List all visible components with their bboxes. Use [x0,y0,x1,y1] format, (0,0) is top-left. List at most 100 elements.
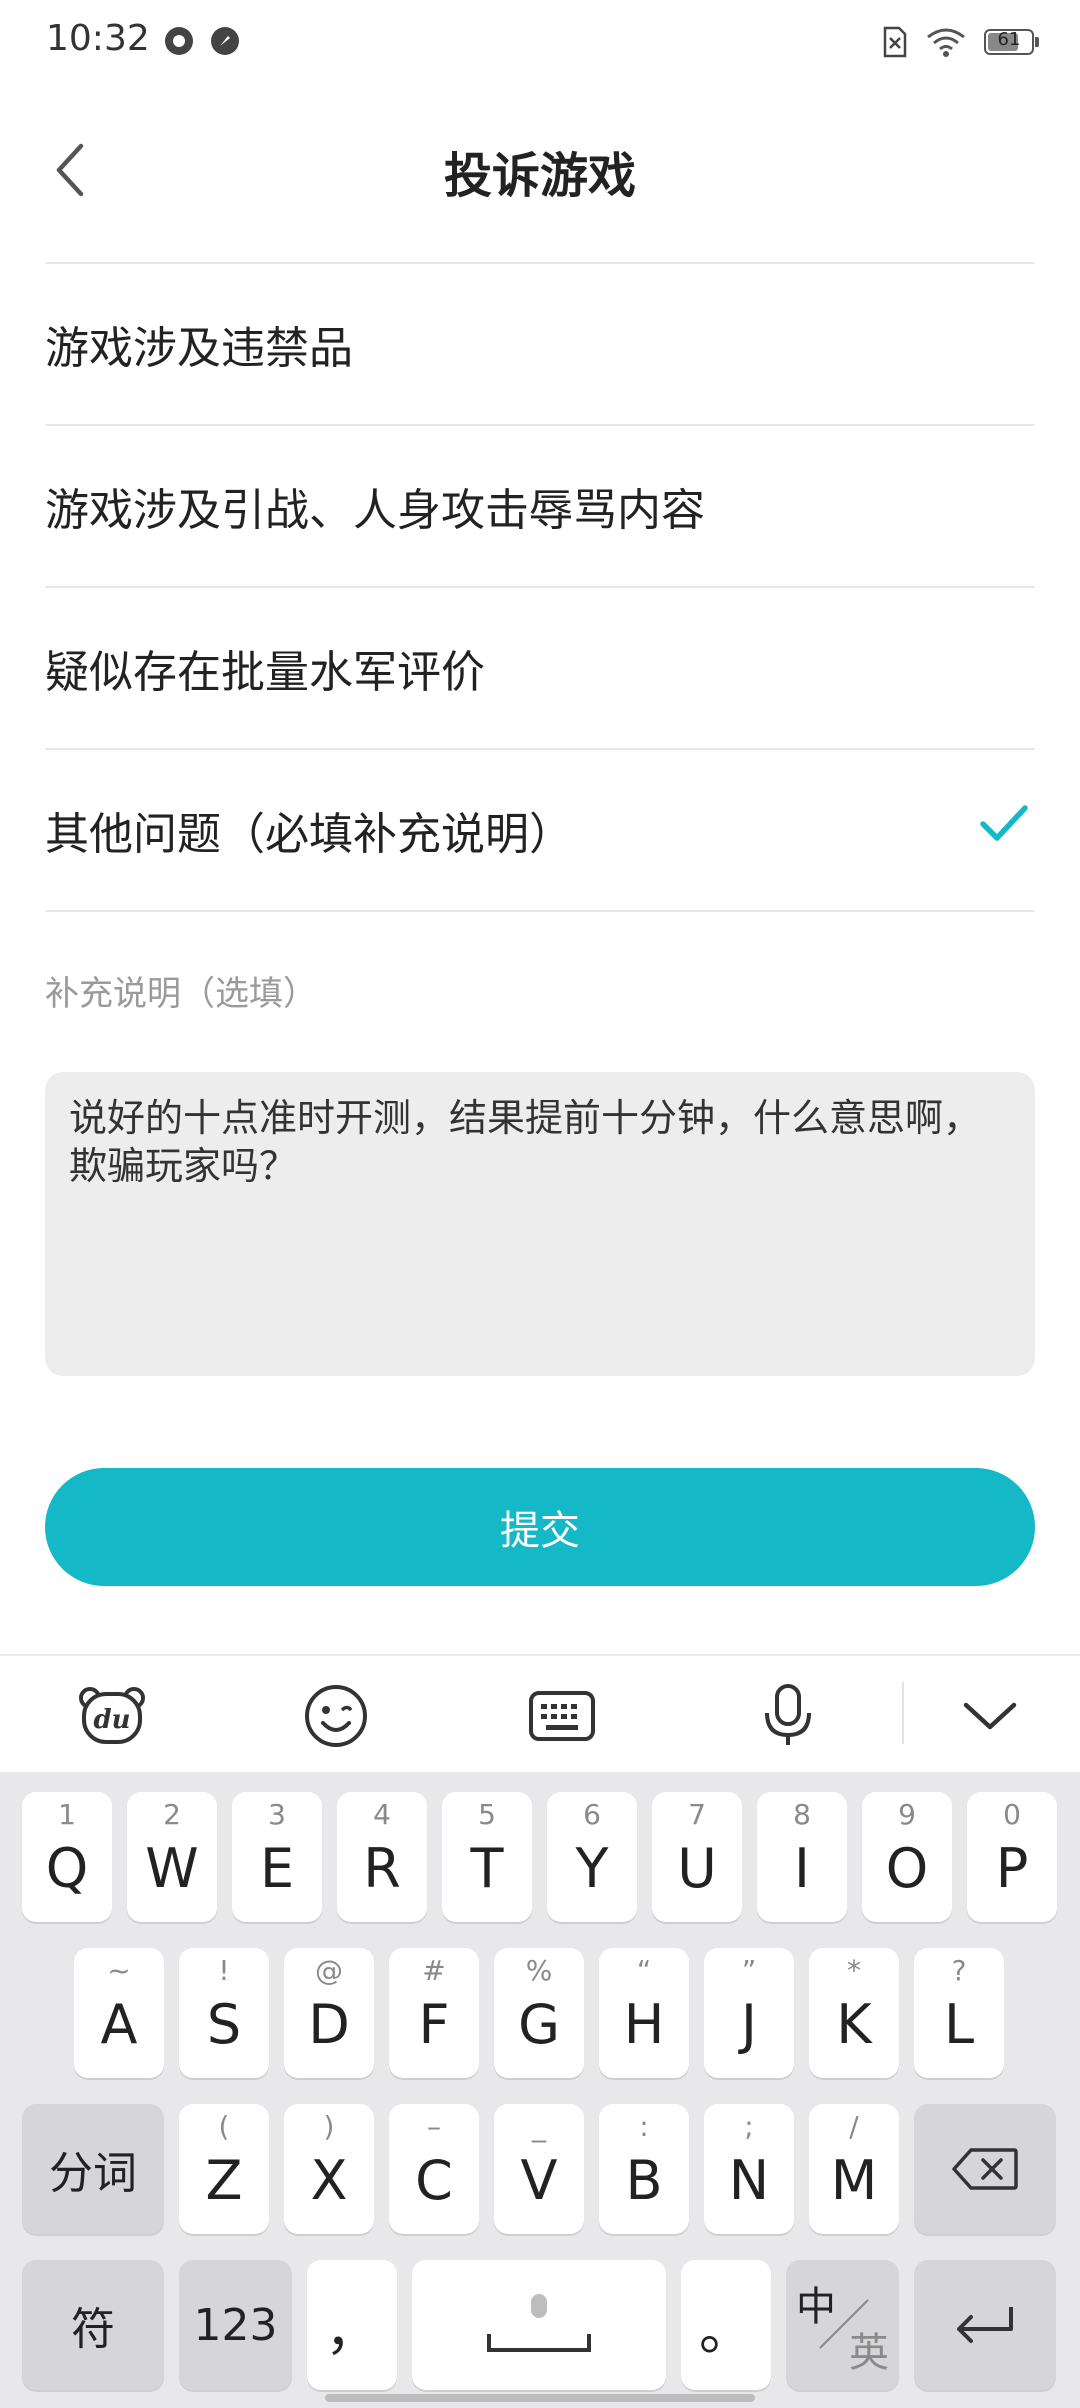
key-q[interactable]: 1Q [22,1792,112,1922]
du-bear-button[interactable]: du [74,1678,150,1754]
key-s[interactable]: ! S [179,1948,269,2078]
period-label: 。 [699,2298,753,2362]
key-v[interactable]: _ V [494,2104,584,2234]
key-main: H [623,1992,665,2056]
enter-key[interactable] [914,2260,1056,2390]
key-main: W [145,1836,199,1900]
key-main: S [206,1992,242,2056]
key-main: X [310,2148,348,2212]
key-sub: @ [315,1954,343,1987]
key-a[interactable]: ~ A [74,1948,164,2078]
voice-input-button[interactable] [750,1678,826,1754]
key-u[interactable]: 7U [652,1792,742,1922]
key-sub: 4 [373,1798,391,1831]
key-n[interactable]: ; N [704,2104,794,2234]
segment-key[interactable]: 分词 [22,2104,164,2234]
space-mic-icon [487,2294,591,2352]
option-fake-reviews[interactable]: 疑似存在批量水军评价 [45,586,1035,748]
key-z[interactable]: (Z [179,2104,269,2234]
key-x[interactable]: ) X [284,2104,374,2234]
key-c[interactable]: – C [389,2104,479,2234]
key-main: D [308,1992,350,2056]
key-d[interactable]: @ D [284,1948,374,2078]
number-key[interactable]: 123 [179,2260,292,2390]
status-time: 10:32 [46,18,150,59]
option-other-issues[interactable]: 其他问题（必填补充说明） [45,748,1035,912]
key-main: U [677,1836,717,1900]
key-sub: % [525,1954,553,1987]
key-main: M [830,2148,878,2212]
status-icons-left [162,24,242,58]
key-sub: – [427,2110,441,2143]
key-sub: ( [218,2110,230,2143]
key-g[interactable]: % G [494,1948,584,2078]
key-w[interactable]: 2W [127,1792,217,1922]
status-icons-right: 61 [882,26,1039,58]
key-e[interactable]: 3E [232,1792,322,1922]
option-personal-attacks[interactable]: 游戏涉及引战、人身攻击辱骂内容 [45,424,1035,586]
number-label: 123 [193,2299,278,2351]
emoji-icon [305,1685,367,1747]
supplement-label: 补充说明（选填） [45,974,317,1014]
key-main: G [518,1992,560,2056]
option-label: 游戏涉及违禁品 [45,323,353,374]
check-icon [980,805,1028,841]
header: 投诉游戏 [0,100,1080,240]
enter-icon [957,2307,1013,2343]
period-key[interactable]: 。 [681,2260,771,2390]
keyboard-switch-button[interactable] [524,1678,600,1754]
symbol-label: 符 [71,2304,115,2355]
option-label: 游戏涉及引战、人身攻击辱骂内容 [45,485,705,536]
toolbar-divider [902,1682,904,1744]
key-main: A [100,1992,138,2056]
key-f[interactable]: # F [389,1948,479,2078]
complaint-options: 游戏涉及违禁品 游戏涉及引战、人身攻击辱骂内容 疑似存在批量水军评价 其他问题（… [45,262,1035,912]
supplement-textarea[interactable]: 说好的十点准时开测，结果提前十分钟，什么意思啊，欺骗玩家吗？ [45,1072,1035,1376]
key-main: L [943,1992,975,2056]
key-m[interactable]: / M [809,2104,899,2234]
key-o[interactable]: 9O [862,1792,952,1922]
key-main: C [415,2148,453,2212]
submit-button[interactable]: 提交 [45,1468,1035,1586]
key-main: V [520,2148,558,2212]
key-p[interactable]: 0P [967,1792,1057,1922]
comma-label: ， [325,2298,379,2362]
key-t[interactable]: 5T [442,1792,532,1922]
key-sub: ” [741,1954,757,1987]
key-b[interactable]: :B [599,2104,689,2234]
key-main: Z [205,2148,243,2212]
option-prohibited-items[interactable]: 游戏涉及违禁品 [45,262,1035,424]
key-sub: 2 [163,1798,181,1831]
key-main: T [470,1836,504,1900]
backspace-icon [952,2148,1018,2190]
key-main: B [625,2148,663,2212]
battery-icon: 61 [984,29,1039,55]
key-h[interactable]: “H [599,1948,689,2078]
language-switch-key[interactable]: 中 英 [786,2260,899,2390]
symbol-key[interactable]: 符 [22,2260,164,2390]
key-y[interactable]: 6Y [547,1792,637,1922]
emoji-button[interactable] [298,1678,374,1754]
key-l[interactable]: ? L [914,1948,1004,2078]
backspace-key[interactable] [914,2104,1056,2234]
key-i[interactable]: 8I [757,1792,847,1922]
hide-keyboard-button[interactable] [952,1678,1028,1754]
key-sub: “ [636,1954,652,1987]
key-sub: ? [951,1954,967,1987]
comma-key[interactable]: ， [307,2260,397,2390]
key-sub: 0 [1003,1798,1021,1831]
lang-en-label: 英 [849,2330,889,2376]
key-j[interactable]: ” J [704,1948,794,2078]
wifi-icon [927,28,965,57]
key-sub: 3 [268,1798,286,1831]
key-sub: ; [744,2110,754,2143]
space-key[interactable] [412,2260,666,2390]
key-main: E [259,1836,295,1900]
key-main: P [995,1836,1029,1900]
key-r[interactable]: 4R [337,1792,427,1922]
key-sub: ) [323,2110,335,2143]
page-title: 投诉游戏 [443,148,636,204]
home-indicator [325,2394,755,2402]
key-k[interactable]: * K [809,1948,899,2078]
battery-level: 61 [997,29,1021,50]
